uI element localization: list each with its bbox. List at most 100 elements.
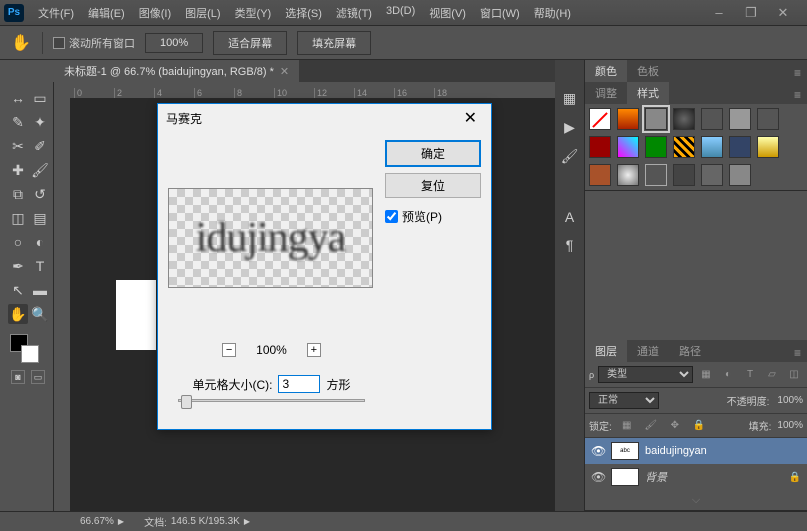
type-tool[interactable]: T [30, 256, 50, 276]
paragraph-icon[interactable]: ¶ [566, 237, 574, 253]
move-tool[interactable]: ↔ [8, 88, 28, 108]
wand-tool[interactable]: ✦ [30, 112, 50, 132]
pen-tool[interactable]: ✒ [8, 256, 28, 276]
playback-icon[interactable]: ▶ [564, 119, 575, 136]
gradient-tool[interactable]: ▤ [30, 208, 50, 228]
panel-resize-handle[interactable]: ⌵ [585, 490, 807, 510]
menu-image[interactable]: 图像(I) [133, 3, 177, 23]
blur-tool[interactable]: ○ [8, 232, 28, 252]
hand-tool-icon[interactable]: ✋ [10, 32, 32, 54]
dropdown-icon[interactable]: ▶ [118, 517, 124, 526]
quick-mask-icon[interactable]: ◙ [11, 370, 25, 384]
background-color[interactable] [21, 345, 39, 363]
fill-value[interactable]: 100% [777, 420, 803, 431]
menu-window[interactable]: 窗口(W) [474, 3, 526, 23]
layer-row[interactable]: 👁 abc baidujingyan [585, 438, 807, 464]
tab-channels[interactable]: 通道 [627, 340, 669, 362]
style-swatch[interactable] [673, 108, 695, 130]
layer-row[interactable]: 👁 背景 🔒 [585, 464, 807, 490]
screen-mode-icon[interactable]: ▭ [31, 370, 45, 384]
style-swatch[interactable] [673, 164, 695, 186]
zoom-tool[interactable]: 🔍 [30, 304, 50, 324]
stamp-tool[interactable]: ⧉ [8, 184, 28, 204]
eraser-tool[interactable]: ◫ [8, 208, 28, 228]
path-tool[interactable]: ↖ [8, 280, 28, 300]
zoom-in-button[interactable]: + [307, 343, 321, 357]
checkbox-icon[interactable] [53, 37, 65, 49]
menu-layer[interactable]: 图层(L) [179, 3, 226, 23]
brush-tool[interactable]: 🖌 [30, 160, 50, 180]
foreground-color[interactable] [10, 334, 28, 352]
zoom-100-button[interactable]: 100% [145, 33, 203, 53]
eyedropper-tool[interactable]: ✐ [30, 136, 50, 156]
layer-name[interactable]: 背景 [645, 469, 783, 485]
opacity-value[interactable]: 100% [777, 395, 803, 406]
layer-name[interactable]: baidujingyan [645, 445, 801, 457]
style-swatch[interactable] [645, 164, 667, 186]
dialog-titlebar[interactable]: 马赛克 ✕ [158, 104, 491, 132]
menu-file[interactable]: 文件(F) [32, 3, 80, 23]
style-swatch[interactable] [617, 164, 639, 186]
style-swatch[interactable] [729, 164, 751, 186]
style-swatch[interactable] [701, 108, 723, 130]
heal-tool[interactable]: ✚ [8, 160, 28, 180]
panel-menu-icon[interactable]: ≡ [788, 64, 807, 82]
style-swatch[interactable] [617, 136, 639, 158]
fit-screen-button[interactable]: 适合屏幕 [213, 31, 287, 55]
fill-screen-button[interactable]: 填充屏幕 [297, 31, 371, 55]
restore-button[interactable]: ❐ [739, 5, 763, 21]
tab-paths[interactable]: 路径 [669, 340, 711, 362]
lock-pos-icon[interactable]: ✥ [666, 419, 684, 433]
tab-styles[interactable]: 样式 [627, 82, 669, 104]
minimize-button[interactable]: – [707, 5, 731, 21]
preview-checkbox[interactable]: 预览(P) [385, 208, 481, 225]
document-tab[interactable]: 未标题-1 @ 66.7% (baidujingyan, RGB/8) * ✕ [54, 60, 299, 82]
style-swatch[interactable] [645, 136, 667, 158]
style-swatch[interactable] [589, 164, 611, 186]
menu-filter[interactable]: 滤镜(T) [330, 3, 378, 23]
hand-tool[interactable]: ✋ [8, 304, 28, 324]
filter-smart-icon[interactable]: ◫ [785, 368, 803, 382]
filter-type-icon[interactable]: T [741, 368, 759, 382]
canvas[interactable] [116, 280, 156, 350]
style-swatch[interactable] [757, 108, 779, 130]
close-tab-icon[interactable]: ✕ [280, 65, 289, 78]
style-swatch[interactable] [617, 108, 639, 130]
scroll-all-option[interactable]: 滚动所有窗口 [53, 35, 135, 51]
lock-paint-icon[interactable]: 🖌 [642, 419, 660, 433]
slider-thumb[interactable] [181, 395, 192, 409]
lasso-tool[interactable]: ✎ [8, 112, 28, 132]
status-zoom[interactable]: 66.67% ▶ [80, 516, 124, 527]
preview-check-input[interactable] [385, 210, 398, 223]
history-brush-tool[interactable]: ↺ [30, 184, 50, 204]
style-swatch[interactable] [757, 136, 779, 158]
style-swatch[interactable] [645, 108, 667, 130]
visibility-icon[interactable]: 👁 [591, 470, 605, 484]
style-swatch[interactable] [701, 164, 723, 186]
filter-shape-icon[interactable]: ▱ [763, 368, 781, 382]
select-tool[interactable]: ▭ [30, 88, 50, 108]
dodge-tool[interactable]: ◐ [30, 232, 50, 252]
layer-kind-select[interactable]: 类型 [598, 366, 693, 383]
brush-panel-icon[interactable]: 🖌 [561, 148, 579, 165]
character-icon[interactable]: A [565, 209, 574, 225]
shape-tool[interactable]: ▬ [30, 280, 50, 300]
dialog-close-icon[interactable]: ✕ [458, 108, 483, 128]
menu-3d[interactable]: 3D(D) [380, 3, 421, 23]
lock-trans-icon[interactable]: ▦ [618, 419, 636, 433]
status-docsize[interactable]: 文档: 146.5 K/195.3K ▶ [144, 514, 250, 529]
style-swatch[interactable] [589, 136, 611, 158]
menu-select[interactable]: 选择(S) [279, 3, 328, 23]
panel-menu-icon[interactable]: ≡ [788, 86, 807, 104]
color-swatches[interactable] [8, 328, 51, 360]
layer-thumbnail[interactable] [611, 468, 639, 486]
panel-menu-icon[interactable]: ≡ [788, 344, 807, 362]
lock-all-icon[interactable]: 🔒 [690, 419, 708, 433]
cell-size-slider[interactable] [178, 399, 365, 402]
reset-button[interactable]: 复位 [385, 173, 481, 198]
menu-help[interactable]: 帮助(H) [528, 3, 577, 23]
tab-color[interactable]: 颜色 [585, 60, 627, 82]
menu-type[interactable]: 类型(Y) [229, 3, 278, 23]
swatches-icon[interactable]: ▦ [563, 90, 576, 107]
preview-area[interactable]: idujingya [168, 188, 373, 288]
